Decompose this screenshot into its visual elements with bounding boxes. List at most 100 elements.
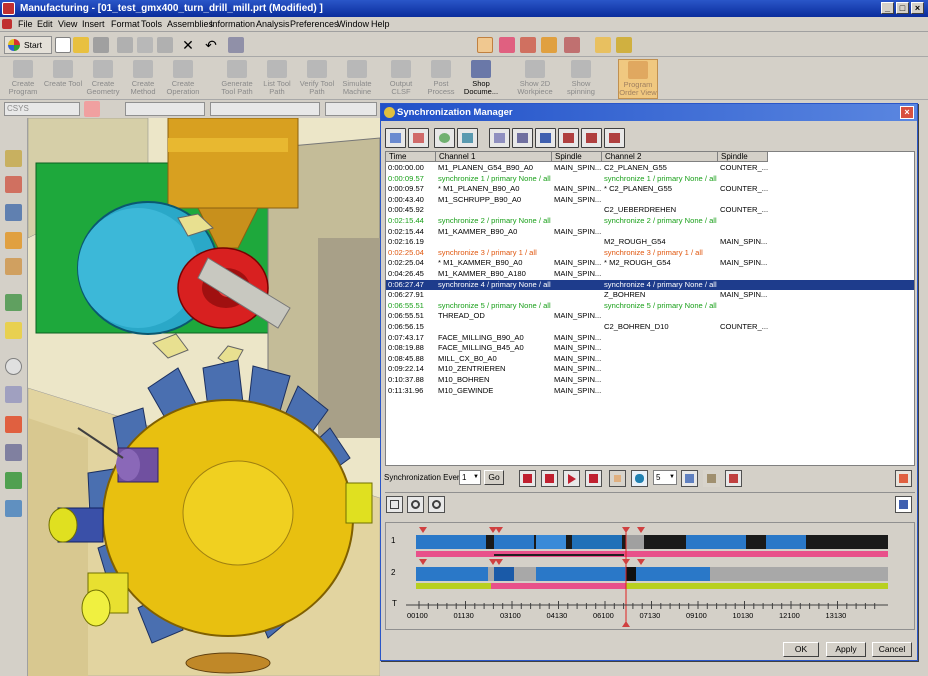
reuse-library-icon[interactable]: [5, 258, 22, 275]
process-studio-icon[interactable]: [5, 416, 22, 433]
column-header-spindle-1[interactable]: Spindle: [552, 152, 602, 162]
filter-select[interactable]: [125, 102, 205, 116]
analysis-icon[interactable]: [616, 37, 632, 53]
open-folder-icon[interactable]: [73, 37, 89, 53]
table-row[interactable]: 0:06:27.47 synchronize 4 / primary None /…: [386, 279, 914, 291]
new-file-icon[interactable]: [55, 37, 71, 53]
table-row[interactable]: 0:02:25.04 * M1_KAMMER_B90_A0 MAIN_SPIN...…: [386, 258, 914, 269]
table-row[interactable]: 0:06:56.15 C2_BOHREN_D10 COUNTER_...: [386, 322, 914, 333]
table-row[interactable]: 0:00:00.00 M1_PLANEN_G54_B90_A0 MAIN_SPIN.…: [386, 163, 914, 174]
table-row[interactable]: 0:08:45.88 MILL_CX_B0_A0 MAIN_SPIN...: [386, 354, 914, 365]
measure-icon[interactable]: [541, 37, 557, 53]
timeline-panel[interactable]: 1 2 T 00100 01130 03100 04130 06100 07130 0910…: [385, 522, 915, 630]
step-forward-icon[interactable]: [585, 470, 602, 487]
zoom-fit-icon[interactable]: [386, 496, 403, 513]
dialog-title-bar[interactable]: Synchronization Manager ×: [381, 104, 917, 121]
scope-select[interactable]: [210, 102, 320, 116]
step-back-icon[interactable]: [541, 470, 558, 487]
minimize-button[interactable]: _: [881, 2, 894, 14]
table-row[interactable]: 0:08:19.88 FACE_MILLING_B45_A0 MAIN_SPIN..…: [386, 343, 914, 354]
grid-view-icon[interactable]: [681, 470, 698, 487]
information-icon[interactable]: [434, 128, 455, 148]
help-icon[interactable]: [5, 322, 22, 339]
menu-format[interactable]: Format: [111, 19, 140, 29]
stop-icon[interactable]: [609, 470, 626, 487]
column-header-spindle-2[interactable]: Spindle: [718, 152, 768, 162]
layer-select[interactable]: [325, 102, 377, 116]
show-channels-icon[interactable]: [489, 128, 510, 148]
remove-sync-icon[interactable]: [408, 128, 429, 148]
table-view-icon[interactable]: [604, 128, 625, 148]
menu-file[interactable]: File: [18, 19, 33, 29]
sync-event-table[interactable]: Time Channel 1 Spindle Channel 2 Spindle…: [385, 151, 915, 466]
program-order-view-button[interactable]: Program Order View: [618, 59, 658, 99]
generate-tool-path-button[interactable]: Generate Tool Path: [217, 59, 257, 99]
save-icon[interactable]: [93, 37, 109, 53]
play-icon[interactable]: [563, 470, 580, 487]
point-icon[interactable]: [520, 37, 536, 53]
paste-icon[interactable]: [157, 37, 173, 53]
menu-information[interactable]: Information: [210, 19, 255, 29]
create-tool-button[interactable]: Create Tool: [43, 59, 83, 99]
create-method-button[interactable]: Create Method: [123, 59, 163, 99]
post-process-button[interactable]: Post Process: [421, 59, 461, 99]
assembly-navigator-icon[interactable]: [5, 232, 22, 249]
columns-icon[interactable]: [558, 128, 579, 148]
copy-icon[interactable]: [137, 37, 153, 53]
document-icon[interactable]: [2, 19, 12, 29]
maximize-button[interactable]: □: [896, 2, 909, 14]
orient-icon[interactable]: [84, 101, 100, 117]
report-icon[interactable]: [457, 128, 478, 148]
list-view-icon[interactable]: [895, 496, 912, 513]
table-row[interactable]: 0:02:16.19 M2_ROUGH_G54 MAIN_SPIN...: [386, 237, 914, 248]
synchronize-icon[interactable]: [385, 128, 406, 148]
roles-icon[interactable]: [5, 472, 22, 489]
table-row[interactable]: 0:00:45.92 C2_UEBERDREHEN COUNTER_...: [386, 205, 914, 216]
play-sync-icon[interactable]: [519, 470, 536, 487]
menu-help[interactable]: Help: [371, 19, 390, 29]
graphics-viewport[interactable]: [28, 118, 380, 676]
column-header-channel-1[interactable]: Channel 1: [436, 152, 552, 162]
snap-icon[interactable]: [499, 37, 515, 53]
menu-edit[interactable]: Edit: [37, 19, 53, 29]
columns-right-icon[interactable]: [581, 128, 602, 148]
machine-tool-navigator-icon[interactable]: [5, 176, 22, 193]
system-materials-icon[interactable]: [5, 386, 22, 403]
window-title-bar[interactable]: Manufacturing - [01_test_gmx400_turn_dri…: [0, 0, 928, 17]
table-row[interactable]: 0:00:09.57 synchronize 1 / primary None /…: [386, 174, 914, 185]
table-row[interactable]: 0:06:27.91 Z_BOHREN MAIN_SPIN...: [386, 290, 914, 301]
table-row[interactable]: 0:02:15.44 M1_KAMMER_B90_A0 MAIN_SPIN...: [386, 227, 914, 238]
ruler-icon[interactable]: [595, 37, 611, 53]
table-row[interactable]: 0:11:31.96 M10_GEWINDE MAIN_SPIN...: [386, 386, 914, 397]
loop-icon[interactable]: [631, 470, 648, 487]
menu-view[interactable]: View: [58, 19, 77, 29]
ok-button[interactable]: OK: [783, 642, 819, 657]
filter-icon[interactable]: [564, 37, 580, 53]
sync-event-select[interactable]: 1 ▼: [459, 470, 481, 485]
select-filter-icon[interactable]: [477, 37, 493, 53]
command-finder-icon[interactable]: [228, 37, 244, 53]
list-tool-path-button[interactable]: List Tool Path: [257, 59, 297, 99]
go-button[interactable]: Go: [484, 470, 504, 485]
column-header-time[interactable]: Time: [386, 152, 436, 162]
verify-tool-path-button[interactable]: Verify Tool Path: [297, 59, 337, 99]
table-row[interactable]: 0:09:22.14 M10_ZENTRIEREN MAIN_SPIN...: [386, 364, 914, 375]
create-geometry-button[interactable]: Create Geometry: [83, 59, 123, 99]
manufacturing-wizards-icon[interactable]: [5, 444, 22, 461]
show-spinning-button[interactable]: Show spinning: [561, 59, 601, 99]
menu-assemblies[interactable]: Assemblies: [167, 19, 213, 29]
options-icon[interactable]: [895, 470, 912, 487]
table-row[interactable]: 0:02:15.44 synchronize 2 / primary None /…: [386, 216, 914, 227]
operation-navigator-icon[interactable]: [5, 150, 22, 167]
table-row[interactable]: 0:07:43.17 FACE_MILLING_B90_A0 MAIN_SPIN..…: [386, 333, 914, 344]
part-navigator-icon[interactable]: [5, 204, 22, 221]
g-code-icon[interactable]: [535, 128, 556, 148]
close-button[interactable]: ×: [911, 2, 924, 14]
show-2d-workpiece-button[interactable]: Show 2D Workpiece: [515, 59, 555, 99]
menu-analysis[interactable]: Analysis: [256, 19, 290, 29]
simulate-machine-button[interactable]: Simulate Machine: [337, 59, 377, 99]
menu-insert[interactable]: Insert: [82, 19, 105, 29]
cancel-button[interactable]: Cancel: [872, 642, 912, 657]
zoom-out-icon[interactable]: [428, 496, 445, 513]
system-scenes-icon[interactable]: [5, 500, 22, 517]
